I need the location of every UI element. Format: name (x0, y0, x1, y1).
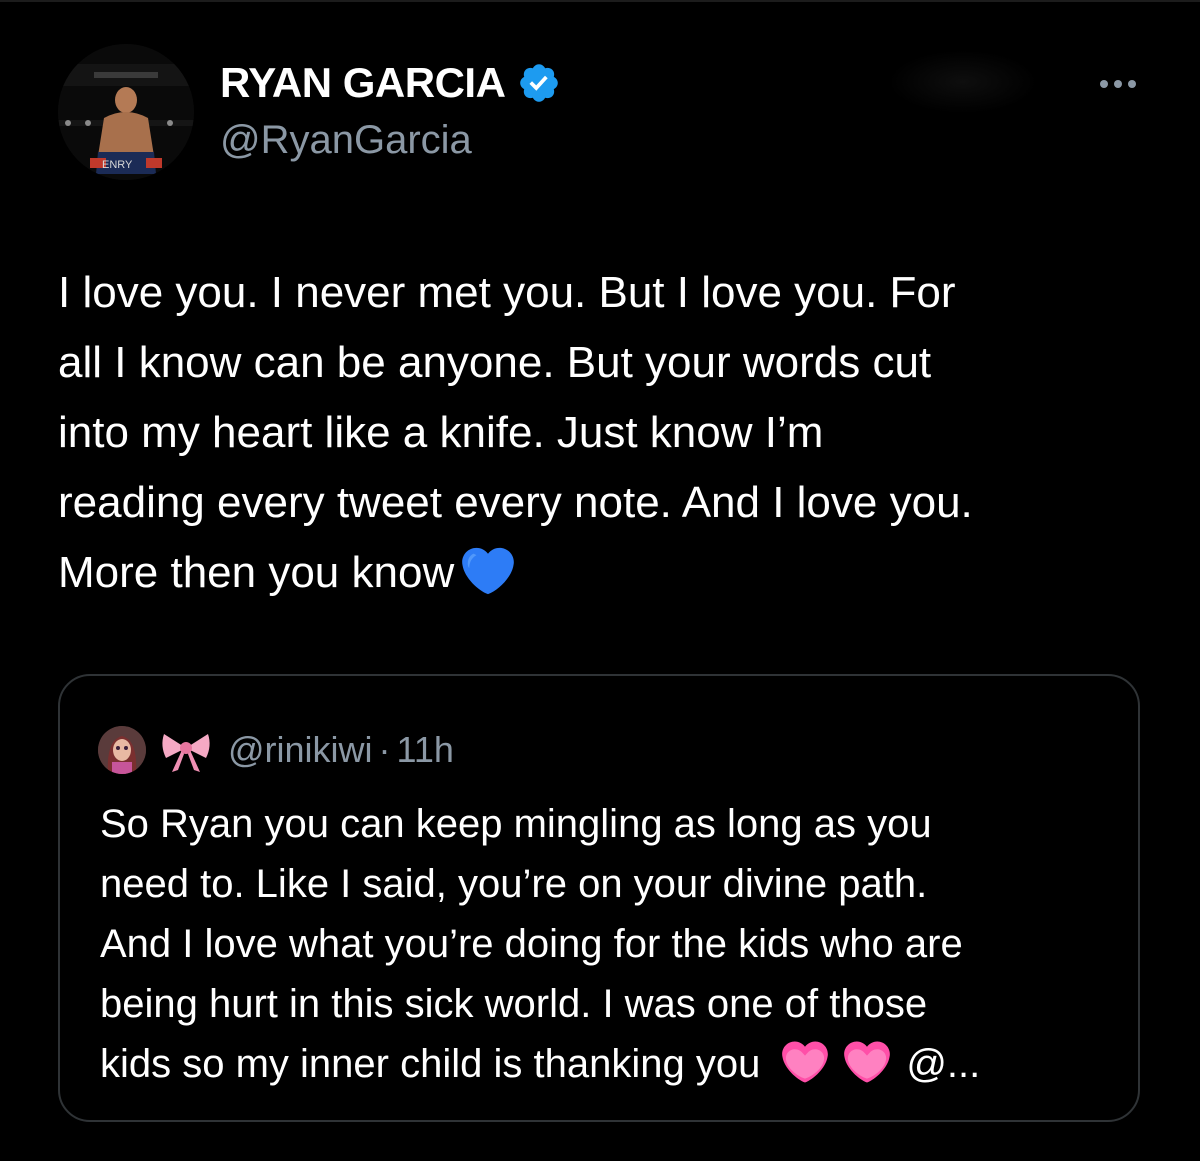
quoted-tweet-timestamp[interactable]: 11h (397, 729, 454, 771)
tweet-text-line: all I know can be anyone. But your words… (58, 338, 932, 387)
verified-badge-icon[interactable] (517, 61, 561, 105)
display-name-row: RYAN GARCIA (220, 56, 561, 110)
more-dots-icon (1100, 80, 1136, 88)
truncated-mention[interactable]: @... (906, 1042, 980, 1086)
tweet-text: I love you. I never met you. But I love … (58, 258, 1158, 608)
author-avatar[interactable]: ENRY (58, 44, 194, 180)
quoted-text-line: And I love what you’re doing for the kid… (100, 922, 963, 966)
tweet-header: ENRY RYAN GARCIA @RyanGarcia (58, 44, 1148, 184)
tweet-text-line: More then you know (58, 548, 455, 597)
quoted-tweet-card[interactable]: @rinikiwi · 11h So Ryan you can keep min… (58, 674, 1140, 1122)
quoted-tweet-text: So Ryan you can keep mingling as long as… (100, 794, 1110, 1094)
ribbon-icon (162, 734, 210, 772)
avatar-trunks-text: ENRY (102, 159, 133, 171)
blue-heart-icon (462, 547, 515, 595)
growing-heart-icon (782, 1041, 829, 1083)
top-divider (0, 0, 1200, 2)
faded-overlay (888, 50, 1038, 114)
author-display-name[interactable]: RYAN GARCIA (220, 59, 506, 107)
quoted-text-line: kids so my inner child is thanking you (100, 1042, 761, 1086)
more-options-button[interactable] (1088, 64, 1148, 104)
quoted-text-line: need to. Like I said, you’re on your div… (100, 862, 928, 906)
avatar-photo: ENRY (58, 44, 194, 180)
author-names: RYAN GARCIA @RyanGarcia (220, 56, 561, 163)
growing-heart-icon (844, 1041, 891, 1083)
quoted-author-avatar[interactable] (98, 726, 146, 774)
tweet-text-line: into my heart like a knife. Just know I’… (58, 408, 824, 457)
quoted-avatar-photo (98, 726, 146, 774)
author-handle[interactable]: @RyanGarcia (220, 118, 561, 163)
quoted-author-handle[interactable]: @rinikiwi (228, 729, 373, 771)
tweet-text-line: I love you. I never met you. But I love … (58, 268, 956, 317)
quoted-text-line: So Ryan you can keep mingling as long as… (100, 802, 932, 846)
separator-dot: · (378, 729, 391, 770)
tweet-text-line: reading every tweet every note. And I lo… (58, 478, 973, 527)
quoted-tweet-header: @rinikiwi · 11h (98, 726, 454, 774)
quoted-text-line: being hurt in this sick world. I was one… (100, 982, 928, 1026)
